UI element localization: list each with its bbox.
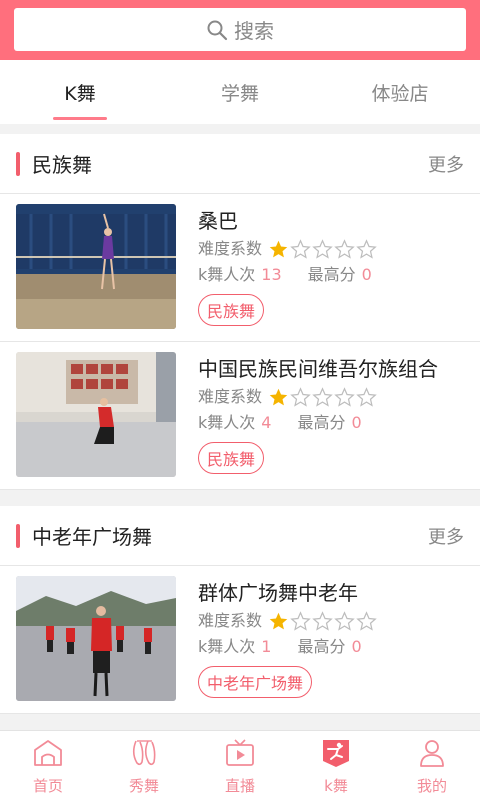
video-thumbnail[interactable]	[16, 352, 176, 477]
nav-home[interactable]: 首页	[0, 731, 96, 800]
star-empty-icon	[312, 386, 333, 407]
best-score-value: 0	[351, 637, 362, 656]
star-empty-icon	[290, 610, 311, 631]
difficulty-label: 难度系数	[198, 611, 263, 630]
dancer-icon	[323, 740, 349, 767]
tab-k-dance[interactable]: K舞	[0, 60, 160, 124]
nav-label: 首页	[32, 777, 63, 795]
star-empty-icon	[290, 238, 311, 259]
category-tag[interactable]: 中老年广场舞	[198, 666, 313, 698]
difficulty-stars	[268, 610, 378, 632]
category-tag[interactable]: 民族舞	[198, 442, 265, 474]
difficulty-row: 难度系数	[198, 236, 464, 262]
section-title: 中老年广场舞	[32, 525, 152, 549]
home-icon	[34, 740, 62, 766]
video-thumbnail[interactable]	[16, 204, 176, 329]
plays-count: 1	[261, 637, 272, 656]
difficulty-stars	[268, 386, 378, 408]
best-score-value: 0	[351, 413, 362, 432]
star-filled-icon	[269, 240, 288, 257]
section-square-dance: 中老年广场舞 更多 群体广场舞中老年 难度系数 k舞人次 1 最高分 0 中老年…	[0, 506, 480, 714]
video-title[interactable]: 群体广场舞中老年	[198, 578, 464, 608]
star-empty-icon	[356, 610, 377, 631]
tv-play-icon	[226, 739, 254, 766]
stats-row: k舞人次 4 最高分 0	[198, 410, 464, 436]
nav-mine[interactable]: 我的	[384, 731, 480, 800]
search-placeholder: 搜索	[234, 19, 274, 43]
star-filled-icon	[269, 388, 288, 405]
tab-experience-store[interactable]: 体验店	[320, 60, 480, 124]
section-marker	[16, 523, 20, 548]
stats-row: k舞人次 13 最高分 0	[198, 262, 464, 288]
star-empty-icon	[334, 610, 355, 631]
plays-count: 4	[261, 413, 272, 432]
best-score-value: 0	[361, 265, 372, 284]
nav-label: 我的	[416, 777, 447, 795]
more-link[interactable]: 更多	[428, 523, 464, 549]
star-empty-icon	[312, 238, 333, 259]
star-filled-icon	[269, 612, 288, 629]
plays-label: k舞人次	[198, 413, 256, 432]
difficulty-label: 难度系数	[198, 387, 263, 406]
section-ethnic-dance: 民族舞 更多 桑巴 难度系数 k舞人次 13 最高分 0 民族舞 中国民族民间维…	[0, 134, 480, 490]
search-icon	[206, 19, 228, 41]
search-header: 搜索	[0, 0, 480, 60]
section-marker	[16, 151, 20, 176]
top-tabs: K舞 学舞 体验店	[0, 60, 480, 124]
plays-label: k舞人次	[198, 265, 256, 284]
video-title[interactable]: 中国民族民间维吾尔族组合	[198, 354, 464, 384]
category-tag[interactable]: 民族舞	[198, 294, 265, 326]
best-score-label: 最高分	[307, 265, 356, 284]
star-empty-icon	[334, 386, 355, 407]
difficulty-label: 难度系数	[198, 239, 263, 258]
difficulty-row: 难度系数	[198, 384, 464, 410]
search-input[interactable]: 搜索	[14, 8, 466, 51]
video-item[interactable]: 桑巴 难度系数 k舞人次 13 最高分 0 民族舞	[0, 194, 480, 342]
video-item[interactable]: 群体广场舞中老年 难度系数 k舞人次 1 最高分 0 中老年广场舞	[0, 566, 480, 714]
nav-label: k舞	[324, 777, 348, 795]
section-header: 中老年广场舞 更多	[0, 506, 480, 566]
plays-count: 13	[261, 265, 282, 284]
star-empty-icon	[334, 238, 355, 259]
nav-k-dance[interactable]: k舞	[288, 731, 384, 800]
nav-live[interactable]: 直播	[192, 731, 288, 800]
star-empty-icon	[312, 610, 333, 631]
best-score-label: 最高分	[297, 637, 346, 656]
star-empty-icon	[356, 386, 377, 407]
star-empty-icon	[290, 386, 311, 407]
difficulty-stars	[268, 238, 378, 260]
nav-show-dance[interactable]: 秀舞	[96, 731, 192, 800]
video-title[interactable]: 桑巴	[198, 206, 464, 236]
star-empty-icon	[356, 238, 377, 259]
plays-label: k舞人次	[198, 637, 256, 656]
stats-row: k舞人次 1 最高分 0	[198, 634, 464, 660]
bottom-nav: 首页 秀舞 直播 k舞 我的	[0, 730, 480, 800]
section-title: 民族舞	[32, 153, 92, 177]
difficulty-row: 难度系数	[198, 608, 464, 634]
section-header: 民族舞 更多	[0, 134, 480, 194]
ballet-shoes-icon	[132, 740, 156, 766]
user-icon	[420, 740, 444, 767]
nav-label: 直播	[224, 777, 255, 795]
tab-learn-dance[interactable]: 学舞	[160, 60, 320, 124]
video-thumbnail[interactable]	[16, 576, 176, 701]
best-score-label: 最高分	[297, 413, 346, 432]
video-item[interactable]: 中国民族民间维吾尔族组合 难度系数 k舞人次 4 最高分 0 民族舞	[0, 342, 480, 490]
nav-label: 秀舞	[128, 777, 159, 795]
more-link[interactable]: 更多	[428, 151, 464, 177]
